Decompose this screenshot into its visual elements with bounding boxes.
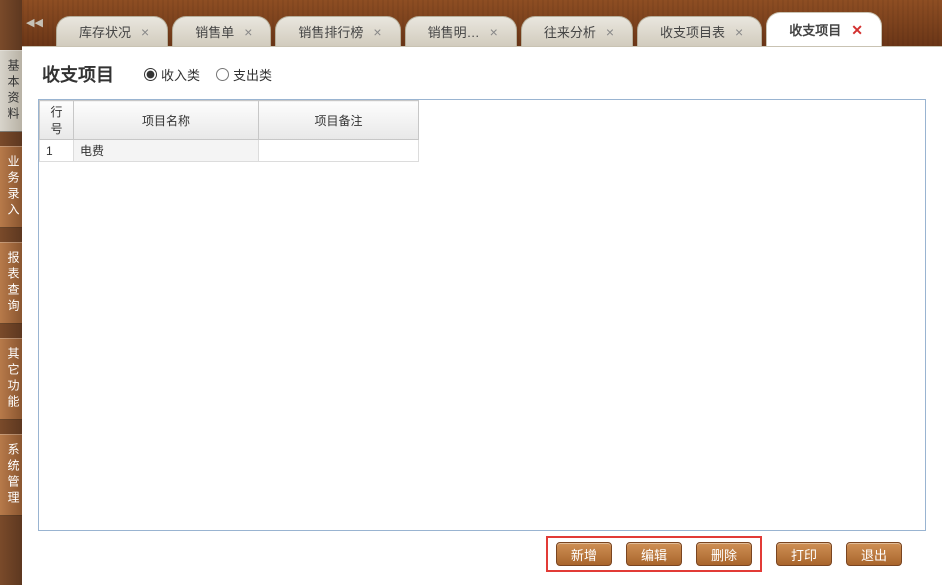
cell-name[interactable]: 电费 xyxy=(74,140,259,162)
close-icon[interactable]: ✕ xyxy=(851,23,863,37)
table-row[interactable]: 1 电费 xyxy=(40,140,419,162)
left-tab-business-entry[interactable]: 业务录入 xyxy=(0,146,22,228)
edit-button[interactable]: 编辑 xyxy=(626,542,682,566)
tabstrip: ◀◀ 库存状况 × 销售单 × 销售排行榜 × 销售明… × 往来分析 × xyxy=(22,0,942,46)
left-tab-system-mgmt[interactable]: 系统管理 xyxy=(0,434,22,516)
tab-label: 收支项目 xyxy=(789,20,841,39)
highlighted-button-group: 新增 编辑 删除 xyxy=(546,536,762,572)
close-icon[interactable]: × xyxy=(244,25,252,39)
radio-income-label: 收入类 xyxy=(161,65,200,84)
add-button[interactable]: 新增 xyxy=(556,542,612,566)
panel-header: 收支项目 收入类 支出类 xyxy=(38,59,926,99)
cell-rownum: 1 xyxy=(40,140,74,162)
tab-sales-rank[interactable]: 销售排行榜 × xyxy=(275,16,400,46)
cell-remark[interactable] xyxy=(259,140,419,162)
tab-label: 收支项目表 xyxy=(660,22,725,41)
tab-ar-analysis[interactable]: 往来分析 × xyxy=(521,16,633,46)
close-icon[interactable]: × xyxy=(373,25,381,39)
left-tab-report-query[interactable]: 报表查询 xyxy=(0,242,22,324)
col-header-rownum[interactable]: 行号 xyxy=(40,101,74,140)
radio-expense-input[interactable] xyxy=(216,68,229,81)
left-tab-basic-data[interactable]: 基本资料 xyxy=(0,50,22,132)
tab-sales-detail[interactable]: 销售明… × xyxy=(405,16,517,46)
tab-scroll-left-icon[interactable]: ◀◀ xyxy=(22,0,43,46)
exit-button[interactable]: 退出 xyxy=(846,542,902,566)
tab-inout-table[interactable]: 收支项目表 × xyxy=(637,16,762,46)
radio-expense-label: 支出类 xyxy=(233,65,272,84)
radio-expense[interactable]: 支出类 xyxy=(216,65,272,84)
col-header-remark[interactable]: 项目备注 xyxy=(259,101,419,140)
left-rail-spacer xyxy=(0,0,22,50)
tabs: 库存状况 × 销售单 × 销售排行榜 × 销售明… × 往来分析 × 收支项目表… xyxy=(56,12,882,46)
tab-label: 库存状况 xyxy=(79,22,131,41)
grid-table: 行号 项目名称 项目备注 1 电费 xyxy=(39,100,419,162)
double-chevron-left-icon: ◀◀ xyxy=(26,18,43,29)
close-icon[interactable]: × xyxy=(606,25,614,39)
close-icon[interactable]: × xyxy=(490,25,498,39)
data-grid[interactable]: 行号 项目名称 项目备注 1 电费 xyxy=(38,99,926,531)
tab-label: 销售单 xyxy=(195,22,234,41)
left-rail: 基本资料 业务录入 报表查询 其它功能 系统管理 xyxy=(0,0,22,585)
footer-toolbar: 新增 编辑 删除 打印 退出 xyxy=(38,531,926,577)
grid-header-row: 行号 项目名称 项目备注 xyxy=(40,101,419,140)
close-icon[interactable]: × xyxy=(141,25,149,39)
print-button[interactable]: 打印 xyxy=(776,542,832,566)
col-header-name[interactable]: 项目名称 xyxy=(74,101,259,140)
main-column: ◀◀ 库存状况 × 销售单 × 销售排行榜 × 销售明… × 往来分析 × xyxy=(22,0,942,585)
tab-label: 往来分析 xyxy=(544,22,596,41)
radio-income-input[interactable] xyxy=(144,68,157,81)
left-tab-other-func[interactable]: 其它功能 xyxy=(0,338,22,420)
tab-inventory[interactable]: 库存状况 × xyxy=(56,16,168,46)
tab-inout-item[interactable]: 收支项目 ✕ xyxy=(766,12,882,46)
tab-label: 销售明… xyxy=(428,22,480,41)
panel-title: 收支项目 xyxy=(42,61,114,87)
tab-label: 销售排行榜 xyxy=(298,22,363,41)
delete-button[interactable]: 删除 xyxy=(696,542,752,566)
close-icon[interactable]: × xyxy=(735,25,743,39)
radio-income[interactable]: 收入类 xyxy=(144,65,200,84)
content-panel: 收支项目 收入类 支出类 行号 项目名称 项目备注 xyxy=(22,46,942,585)
category-radio-group: 收入类 支出类 xyxy=(144,65,272,84)
tab-sales-order[interactable]: 销售单 × xyxy=(172,16,271,46)
